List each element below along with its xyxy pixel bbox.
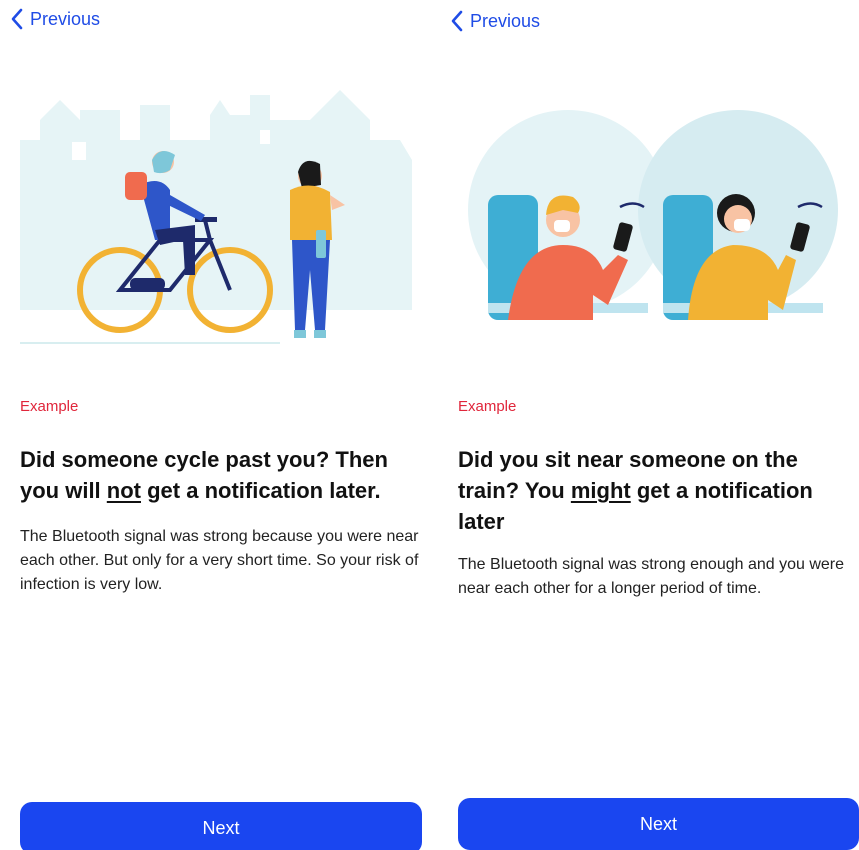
- chevron-left-icon: [11, 8, 23, 30]
- description-text: The Bluetooth signal was strong because …: [20, 528, 419, 593]
- title-part-2: get a notification later.: [141, 478, 381, 503]
- screen-cycling-example: Previous Example Did someone cycle past …: [0, 0, 430, 850]
- chevron-left-icon: [451, 10, 463, 32]
- title-emphasis: might: [570, 478, 631, 503]
- screen-train-example: Previous Example Did you sit near someon…: [438, 0, 859, 850]
- previous-button[interactable]: Previous: [10, 8, 100, 30]
- cyclist-illustration: [20, 90, 412, 344]
- next-button[interactable]: Next: [458, 798, 859, 850]
- train-illustration: [468, 110, 838, 320]
- example-label: Example: [20, 398, 79, 415]
- previous-label: Previous: [30, 8, 101, 29]
- description-text: The Bluetooth signal was strong enough a…: [458, 556, 845, 597]
- page-title: Did you sit near someone on the train? Y…: [458, 444, 853, 537]
- previous-label: Previous: [470, 10, 541, 31]
- title-emphasis: not: [106, 478, 141, 503]
- next-button[interactable]: Next: [20, 802, 422, 850]
- previous-button[interactable]: Previous: [450, 10, 540, 32]
- page-title: Did someone cycle past you? Then you wil…: [20, 444, 425, 506]
- example-label: Example: [458, 398, 517, 415]
